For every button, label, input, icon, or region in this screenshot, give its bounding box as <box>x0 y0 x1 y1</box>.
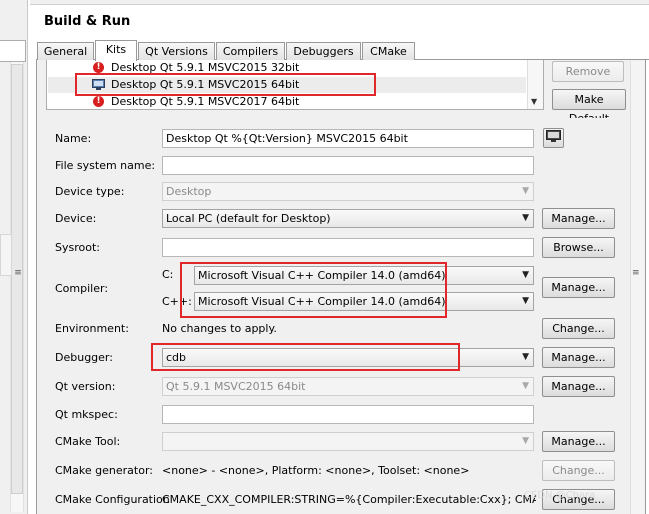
cmake-tool-manage-button[interactable]: Manage... <box>542 431 615 452</box>
debugger-value: cdb <box>166 351 187 364</box>
kit-label: Desktop Qt 5.9.1 MSVC2017 64bit <box>111 95 300 108</box>
splitter-handle[interactable] <box>0 234 12 276</box>
compiler-label: Compiler: <box>55 282 109 295</box>
top-edge <box>30 0 649 5</box>
cmake-tool-select: ▼ <box>162 432 534 451</box>
sysroot-label: Sysroot: <box>55 241 100 254</box>
file-system-name-label: File system name: <box>55 159 156 172</box>
chevron-down-icon: ▼ <box>522 381 529 391</box>
device-manage-button[interactable]: Manage... <box>542 208 615 229</box>
debugger-label: Debugger: <box>55 351 113 364</box>
environment-change-button[interactable]: Change... <box>542 318 615 339</box>
kit-item-msvc2015-64[interactable]: Desktop Qt 5.9.1 MSVC2015 64bit <box>48 77 526 93</box>
compiler-cxx-select[interactable]: Microsoft Visual C++ Compiler 14.0 (amd6… <box>194 292 534 311</box>
cmake-configuration-label: CMake Configuration <box>55 493 170 506</box>
device-select[interactable]: Local PC (default for Desktop) ▼ <box>162 209 534 228</box>
cmake-configuration-value: CMAKE_CXX_COMPILER:STRING=%{Compiler:Exe… <box>162 493 536 506</box>
sysroot-field[interactable] <box>162 238 534 257</box>
kit-label: Desktop Qt 5.9.1 MSVC2015 32bit <box>111 61 300 74</box>
kit-item-msvc2017-64[interactable]: Desktop Qt 5.9.1 MSVC2017 64bit <box>48 94 526 110</box>
kit-settings-form <box>46 118 630 514</box>
tab-cmake[interactable]: CMake <box>362 42 415 60</box>
qt-version-manage-button[interactable]: Manage... <box>542 376 615 397</box>
device-type-value: Desktop <box>166 185 212 198</box>
left-scrollbar-thumb[interactable] <box>11 64 23 494</box>
warning-icon: ! <box>93 62 104 73</box>
panel-scrollbar[interactable] <box>630 61 645 514</box>
tab-qt-versions[interactable]: Qt Versions <box>138 42 215 60</box>
page-title: Build & Run <box>44 14 131 29</box>
environment-value: No changes to apply. <box>162 322 277 335</box>
compiler-cxx-value: Microsoft Visual C++ Compiler 14.0 (amd6… <box>198 295 446 308</box>
file-system-name-field[interactable] <box>162 156 534 175</box>
chevron-down-icon: ▼ <box>522 186 529 196</box>
compiler-c-label: C: <box>162 268 174 281</box>
scroll-down-icon[interactable]: ▼ <box>531 97 537 106</box>
make-default-button[interactable]: Make Default <box>552 89 626 125</box>
debugger-manage-button[interactable]: Manage... <box>542 347 615 368</box>
watermark: CSDN @Chara <box>524 490 596 501</box>
splitter-grip-icon[interactable]: ≡ <box>14 268 22 278</box>
cmake-generator-value: <none> - <none>, Platform: <none>, Tools… <box>162 464 470 477</box>
compiler-c-select[interactable]: Microsoft Visual C++ Compiler 14.0 (amd6… <box>194 266 534 285</box>
computer-icon <box>92 79 105 90</box>
device-label: Device: <box>55 212 97 225</box>
tab-compilers[interactable]: Compilers <box>216 42 285 60</box>
name-field[interactable]: Desktop Qt %{Qt:Version} MSVC2015 64bit <box>162 129 534 148</box>
left-sidebar-field[interactable] <box>0 40 26 62</box>
environment-label: Environment: <box>55 322 129 335</box>
chevron-down-icon: ▼ <box>522 352 529 362</box>
chevron-down-icon: ▼ <box>522 213 529 223</box>
chevron-down-icon: ▼ <box>522 436 529 446</box>
panel-scroll-grip-icon[interactable]: ≡ <box>632 268 640 278</box>
debugger-select[interactable]: cdb ▼ <box>162 348 534 367</box>
cmake-generator-label: CMake generator: <box>55 464 153 477</box>
kit-icon-button[interactable] <box>543 128 564 148</box>
qt-version-label: Qt version: <box>55 380 116 393</box>
qt-version-value: Qt 5.9.1 MSVC2015 64bit <box>166 380 306 393</box>
device-value: Local PC (default for Desktop) <box>166 212 331 225</box>
tab-kits[interactable]: Kits <box>95 40 137 61</box>
tab-debuggers[interactable]: Debuggers <box>286 42 361 60</box>
computer-icon <box>546 130 561 142</box>
cmake-generator-change-button[interactable]: Change... <box>542 460 615 481</box>
qt-version-select: Qt 5.9.1 MSVC2015 64bit ▼ <box>162 377 534 396</box>
qt-mkspec-field[interactable] <box>162 405 534 424</box>
warning-icon: ! <box>93 96 104 107</box>
cmake-tool-label: CMake Tool: <box>55 435 121 448</box>
device-type-label: Device type: <box>55 185 125 198</box>
compiler-cxx-label: C++: <box>162 295 192 308</box>
tab-general[interactable]: General <box>37 42 94 60</box>
compiler-c-value: Microsoft Visual C++ Compiler 14.0 (amd6… <box>198 269 446 282</box>
compiler-manage-button[interactable]: Manage... <box>542 277 615 298</box>
device-type-select: Desktop ▼ <box>162 182 534 201</box>
kit-item-msvc2015-32[interactable]: Desktop Qt 5.9.1 MSVC2015 32bit <box>48 60 526 76</box>
sysroot-browse-button[interactable]: Browse... <box>542 237 615 258</box>
chevron-down-icon: ▼ <box>522 270 529 280</box>
qt-mkspec-label: Qt mkspec: <box>55 408 118 421</box>
kit-label: Desktop Qt 5.9.1 MSVC2015 64bit <box>111 78 300 91</box>
name-label: Name: <box>55 132 92 145</box>
chevron-down-icon: ▼ <box>522 296 529 306</box>
remove-button[interactable]: Remove <box>552 61 624 82</box>
